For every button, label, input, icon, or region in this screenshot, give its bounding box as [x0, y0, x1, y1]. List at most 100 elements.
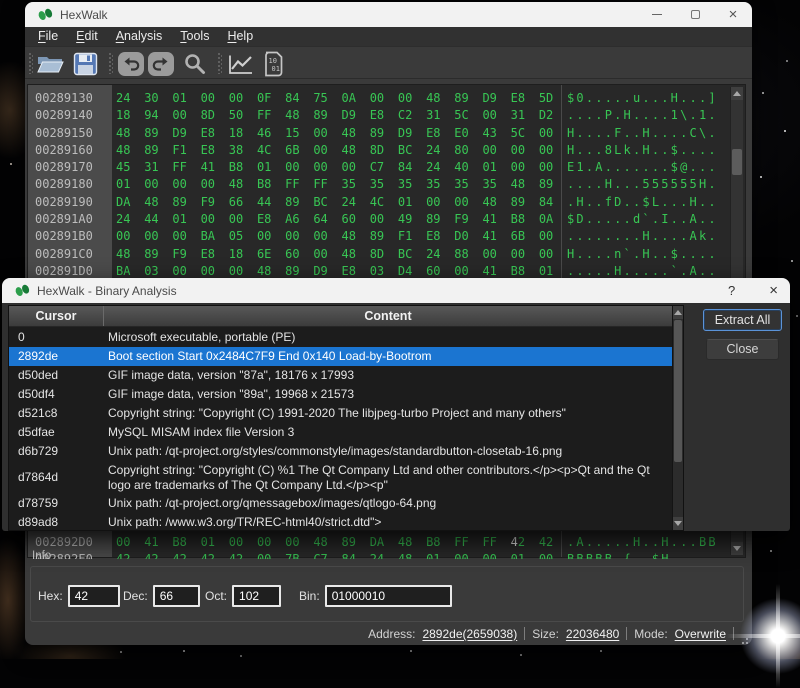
hex-byte[interactable]: 24 — [426, 246, 454, 263]
ascii-text[interactable]: $0.....u...H...] — [567, 90, 718, 107]
hex-row[interactable]: 002891604889F1E8384C6B00488DBC2480000000… — [28, 142, 731, 159]
hex-row[interactable]: 00289190DA4889F9664489BC244C010000488984… — [28, 194, 731, 211]
analysis-row[interactable]: d50df4GIF image data, version "89a", 199… — [9, 385, 672, 404]
hex-byte[interactable]: 00 — [454, 551, 482, 559]
hex-byte[interactable]: 89 — [342, 534, 370, 551]
cursor-column-header[interactable]: Cursor — [9, 306, 104, 326]
hex-byte[interactable]: 48 — [511, 176, 539, 193]
hex-byte[interactable]: 89 — [144, 246, 172, 263]
hex-byte[interactable]: 48 — [285, 107, 313, 124]
hex-byte[interactable]: 5C — [454, 107, 482, 124]
content-column-header[interactable]: Content — [104, 306, 672, 326]
hex-byte[interactable]: FF — [313, 176, 341, 193]
hex-byte[interactable]: D9 — [342, 107, 370, 124]
undo-button[interactable] — [117, 51, 145, 77]
hex-byte[interactable]: 00 — [285, 159, 313, 176]
hex-byte[interactable]: 42 — [201, 551, 229, 559]
hex-byte[interactable]: 00 — [539, 125, 567, 142]
hex-byte[interactable]: 00 — [539, 551, 567, 559]
hex-byte[interactable]: 89 — [539, 176, 567, 193]
help-button[interactable]: ? — [722, 283, 741, 298]
hex-byte[interactable]: 35 — [482, 176, 510, 193]
hex-byte[interactable]: 15 — [285, 125, 313, 142]
hex-byte[interactable]: 00 — [539, 246, 567, 263]
hex-byte[interactable]: 8D — [201, 107, 229, 124]
hex-row[interactable]: 002891401894008D50FF4889D9E8C2315C0031D2… — [28, 107, 731, 124]
hex-byte[interactable]: 89 — [426, 211, 454, 228]
hex-byte[interactable]: D0 — [454, 228, 482, 245]
hex-byte[interactable]: 00 — [172, 228, 200, 245]
hex-byte[interactable]: 48 — [398, 534, 426, 551]
hex-bytes[interactable]: 4889D9E8184615004889D9E8E0435C00 — [116, 125, 567, 142]
hex-byte[interactable]: 00 — [172, 176, 200, 193]
hex-byte[interactable]: 84 — [539, 194, 567, 211]
hex-byte[interactable]: 00 — [285, 228, 313, 245]
hex-byte[interactable]: 48 — [342, 125, 370, 142]
hex-byte[interactable]: FF — [172, 159, 200, 176]
hex-byte[interactable]: 00 — [454, 194, 482, 211]
hex-byte[interactable]: 48 — [229, 176, 257, 193]
info-field-input[interactable]: 102 — [232, 585, 281, 607]
hex-byte[interactable]: 66 — [229, 194, 257, 211]
hex-byte[interactable]: 48 — [144, 194, 172, 211]
minimize-button[interactable] — [638, 2, 676, 27]
hex-byte[interactable]: 01 — [426, 551, 454, 559]
resize-grip[interactable] — [746, 638, 748, 640]
hex-byte[interactable]: 80 — [454, 142, 482, 159]
hex-byte[interactable]: D9 — [172, 125, 200, 142]
hex-byte[interactable]: 41 — [201, 159, 229, 176]
hex-byte[interactable]: 4C — [257, 142, 285, 159]
maximize-button[interactable] — [676, 2, 714, 27]
scroll-down-icon[interactable] — [731, 542, 743, 555]
analysis-row[interactable]: d6b729Unix path: /qt-project.org/styles/… — [9, 442, 672, 461]
hex-byte[interactable]: E8 — [426, 125, 454, 142]
hex-byte[interactable]: 00 — [539, 142, 567, 159]
hex-byte[interactable]: 46 — [257, 125, 285, 142]
ascii-text[interactable]: ....P.H....1\.1. — [567, 107, 718, 124]
address-value[interactable]: 2892de(2659038) — [422, 627, 517, 641]
hex-byte[interactable]: 00 — [116, 534, 144, 551]
hex-byte[interactable]: E8 — [257, 211, 285, 228]
hex-byte[interactable]: 30 — [144, 90, 172, 107]
chart-button[interactable] — [225, 51, 255, 77]
hex-byte[interactable]: C7 — [370, 159, 398, 176]
menu-item-file[interactable]: File — [29, 27, 67, 46]
hex-byte[interactable]: DA — [370, 534, 398, 551]
hex-byte[interactable]: 48 — [116, 246, 144, 263]
hex-byte[interactable]: 5C — [511, 125, 539, 142]
hex-byte[interactable]: 7B — [285, 551, 313, 559]
info-field-input[interactable]: 01000010 — [325, 585, 452, 607]
hex-byte[interactable]: 4C — [370, 194, 398, 211]
hex-byte[interactable]: F9 — [454, 211, 482, 228]
redo-button[interactable] — [147, 51, 175, 77]
scroll-up-icon[interactable] — [731, 87, 743, 100]
hex-byte[interactable]: A6 — [285, 211, 313, 228]
ascii-text[interactable]: H...8Lk.H..$.... — [567, 142, 718, 159]
ascii-text[interactable]: .H..fD..$L...H.. — [567, 194, 718, 211]
ascii-text[interactable]: BBBBB.{..$H..... — [567, 551, 718, 559]
menu-item-edit[interactable]: Edit — [67, 27, 107, 46]
hex-byte[interactable]: B8 — [172, 534, 200, 551]
hex-byte[interactable]: 00 — [313, 228, 341, 245]
hex-byte[interactable]: 31 — [144, 159, 172, 176]
hex-byte[interactable]: 84 — [285, 90, 313, 107]
hex-bytes[interactable]: 4889F1E8384C6B00488DBC2480000000 — [116, 142, 567, 159]
hex-bytes[interactable]: 4242424242007BC78424480100000100 — [116, 551, 567, 559]
hex-byte[interactable]: 00 — [116, 228, 144, 245]
hex-byte[interactable]: BC — [398, 142, 426, 159]
hex-byte[interactable]: 6E — [257, 246, 285, 263]
hex-byte[interactable]: 00 — [482, 551, 510, 559]
hex-byte[interactable]: 01 — [201, 534, 229, 551]
menu-item-help[interactable]: Help — [218, 27, 262, 46]
scrollbar-thumb[interactable] — [732, 149, 742, 175]
hex-byte[interactable]: 48 — [482, 194, 510, 211]
hex-byte[interactable]: 48 — [398, 551, 426, 559]
hex-byte[interactable]: D2 — [539, 107, 567, 124]
hex-bytes[interactable]: 1894008D50FF4889D9E8C2315C0031D2 — [116, 107, 567, 124]
hex-byte[interactable]: 05 — [229, 228, 257, 245]
toolbar-handle[interactable] — [218, 53, 222, 74]
hex-bytes[interactable]: 24300100000F84750A00004889D9E85D — [116, 90, 567, 107]
hex-byte[interactable]: 84 — [342, 551, 370, 559]
hex-byte[interactable]: 18 — [229, 246, 257, 263]
hex-byte[interactable]: D9 — [482, 90, 510, 107]
